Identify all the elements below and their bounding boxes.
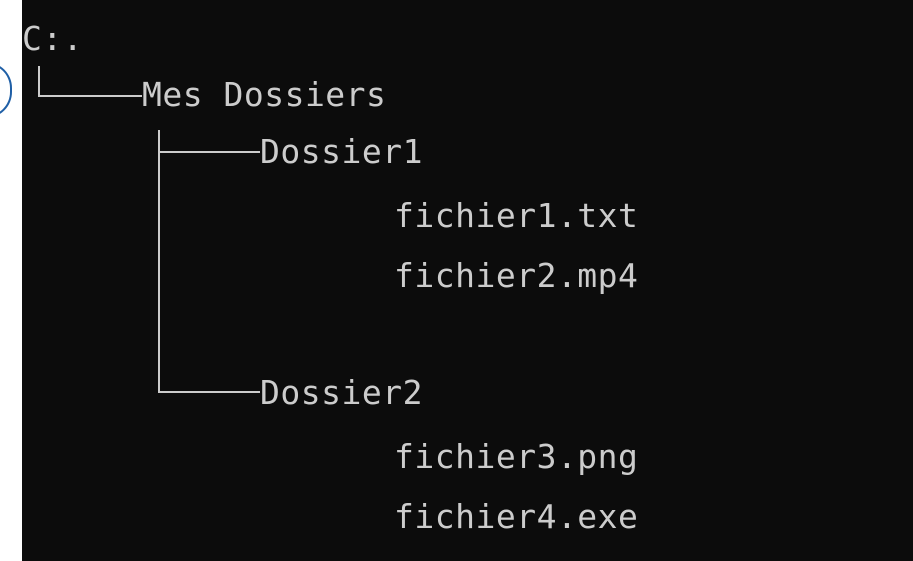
root-tree-horizontal [38, 95, 142, 97]
folder-name-dossier1[interactable]: Dossier1 [260, 135, 423, 168]
folder-name-dossier2[interactable]: Dossier2 [260, 376, 423, 409]
folder1-tree-horizontal [158, 151, 260, 153]
file-name[interactable]: fichier2.mp4 [394, 259, 638, 292]
root-tree-vertical [38, 66, 40, 96]
terminal-window: C:. Mes Dossiers Dossier1 fichier1.txt f… [22, 0, 913, 561]
folder2-tree-horizontal [158, 391, 260, 393]
drive-label: C:. [22, 19, 84, 58]
file-name[interactable]: fichier3.png [394, 440, 638, 473]
file-name[interactable]: fichier1.txt [394, 199, 638, 232]
root-folder-name[interactable]: Mes Dossiers [142, 78, 386, 111]
partial-circle-marker [0, 62, 12, 118]
file-name[interactable]: fichier4.exe [394, 500, 638, 533]
folder-tree-vertical [158, 130, 160, 392]
screenshot-frame: C:. Mes Dossiers Dossier1 fichier1.txt f… [0, 0, 913, 561]
